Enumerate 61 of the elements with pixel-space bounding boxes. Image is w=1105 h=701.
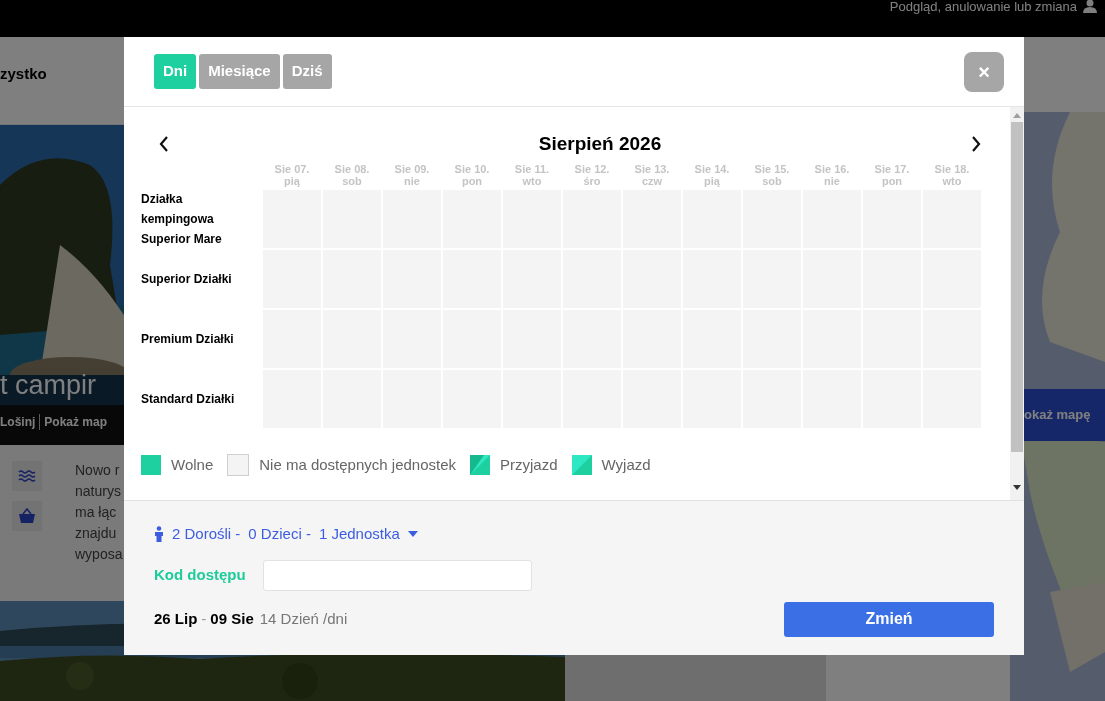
date-to: 09 Sie [210, 608, 254, 629]
close-button[interactable]: × [964, 51, 1004, 92]
view-tab[interactable]: Miesiące [199, 54, 280, 89]
day-weekday: sob [762, 175, 782, 187]
day-weekday: pon [461, 175, 483, 187]
day-date: Sie 09. [394, 163, 430, 175]
legend-label: Przyjazd [500, 455, 558, 475]
day-date: Sie 15. [754, 163, 790, 175]
guests-dropdown[interactable]: 2 Dorośli - 0 Dzieci - 1 Jednostka [154, 523, 418, 546]
access-code-label: Kod dostępu [154, 564, 246, 585]
day-weekday: nie [824, 175, 840, 187]
day-date: Sie 14. [694, 163, 730, 175]
legend-label: Nie ma dostępnych jednostek [259, 455, 457, 475]
description-text: naturys [75, 482, 122, 501]
day-date: Sie 07. [274, 163, 310, 175]
nav-link[interactable]: zystko [0, 63, 47, 86]
legend-label: Wolne [171, 455, 214, 475]
hero-title: t campir [0, 369, 97, 402]
day-weekday: wto [522, 175, 542, 187]
description-text: wyposa [75, 545, 124, 564]
day-date: Sie 12. [574, 163, 610, 175]
description-text: ma łąc [75, 503, 118, 522]
unit-name: Superior Działki [141, 271, 233, 288]
day-date: Sie 13. [634, 163, 670, 175]
day-date: Sie 08. [334, 163, 370, 175]
day-weekday: wto [942, 175, 962, 187]
duration-text: 14 Dzień /dni [259, 608, 348, 629]
day-date: Sie 11. [514, 163, 550, 175]
legend-label: Wyjazd [601, 455, 651, 475]
day-date: Sie 16. [814, 163, 850, 175]
view-tab[interactable]: Dziś [282, 54, 332, 89]
day-weekday: nie [404, 175, 420, 187]
access-code-field[interactable] [262, 559, 532, 591]
day-weekday: pon [881, 175, 903, 187]
day-weekday: śro [583, 175, 601, 187]
day-weekday: pią [284, 175, 300, 187]
change-button[interactable]: Zmień [784, 601, 994, 637]
day-weekday: czw [641, 175, 663, 187]
caret-down-icon [407, 531, 418, 538]
map-link[interactable]: Pokaż map [44, 413, 108, 431]
description-text: znajdu [75, 524, 118, 543]
day-date: Sie 10. [454, 163, 490, 175]
unit-name: Premium Działki [141, 331, 235, 348]
person-icon [154, 526, 164, 543]
chevron-left-icon[interactable] [159, 136, 169, 152]
user-icon [1083, 0, 1097, 13]
day-weekday: sob [342, 175, 362, 187]
account-link[interactable]: Podgląd, anulowanie lub zmiana [889, 0, 1077, 13]
unit-name: Standard Działki [141, 391, 236, 408]
month-title: Sierpień 2026 [538, 131, 662, 156]
location-text: Lošinj [0, 414, 36, 431]
date-separator: - [201, 608, 207, 629]
waves-icon [12, 461, 42, 491]
description-text: Nowo r [75, 461, 121, 480]
chevron-right-icon[interactable] [971, 136, 981, 152]
date-from: 26 Lip [154, 608, 198, 629]
day-date: Sie 17. [874, 163, 910, 175]
unit-name: Działka kempingowa Superior Mare [141, 191, 223, 248]
day-weekday: pią [704, 175, 720, 187]
basket-icon [12, 501, 42, 531]
day-date: Sie 18. [934, 163, 970, 175]
